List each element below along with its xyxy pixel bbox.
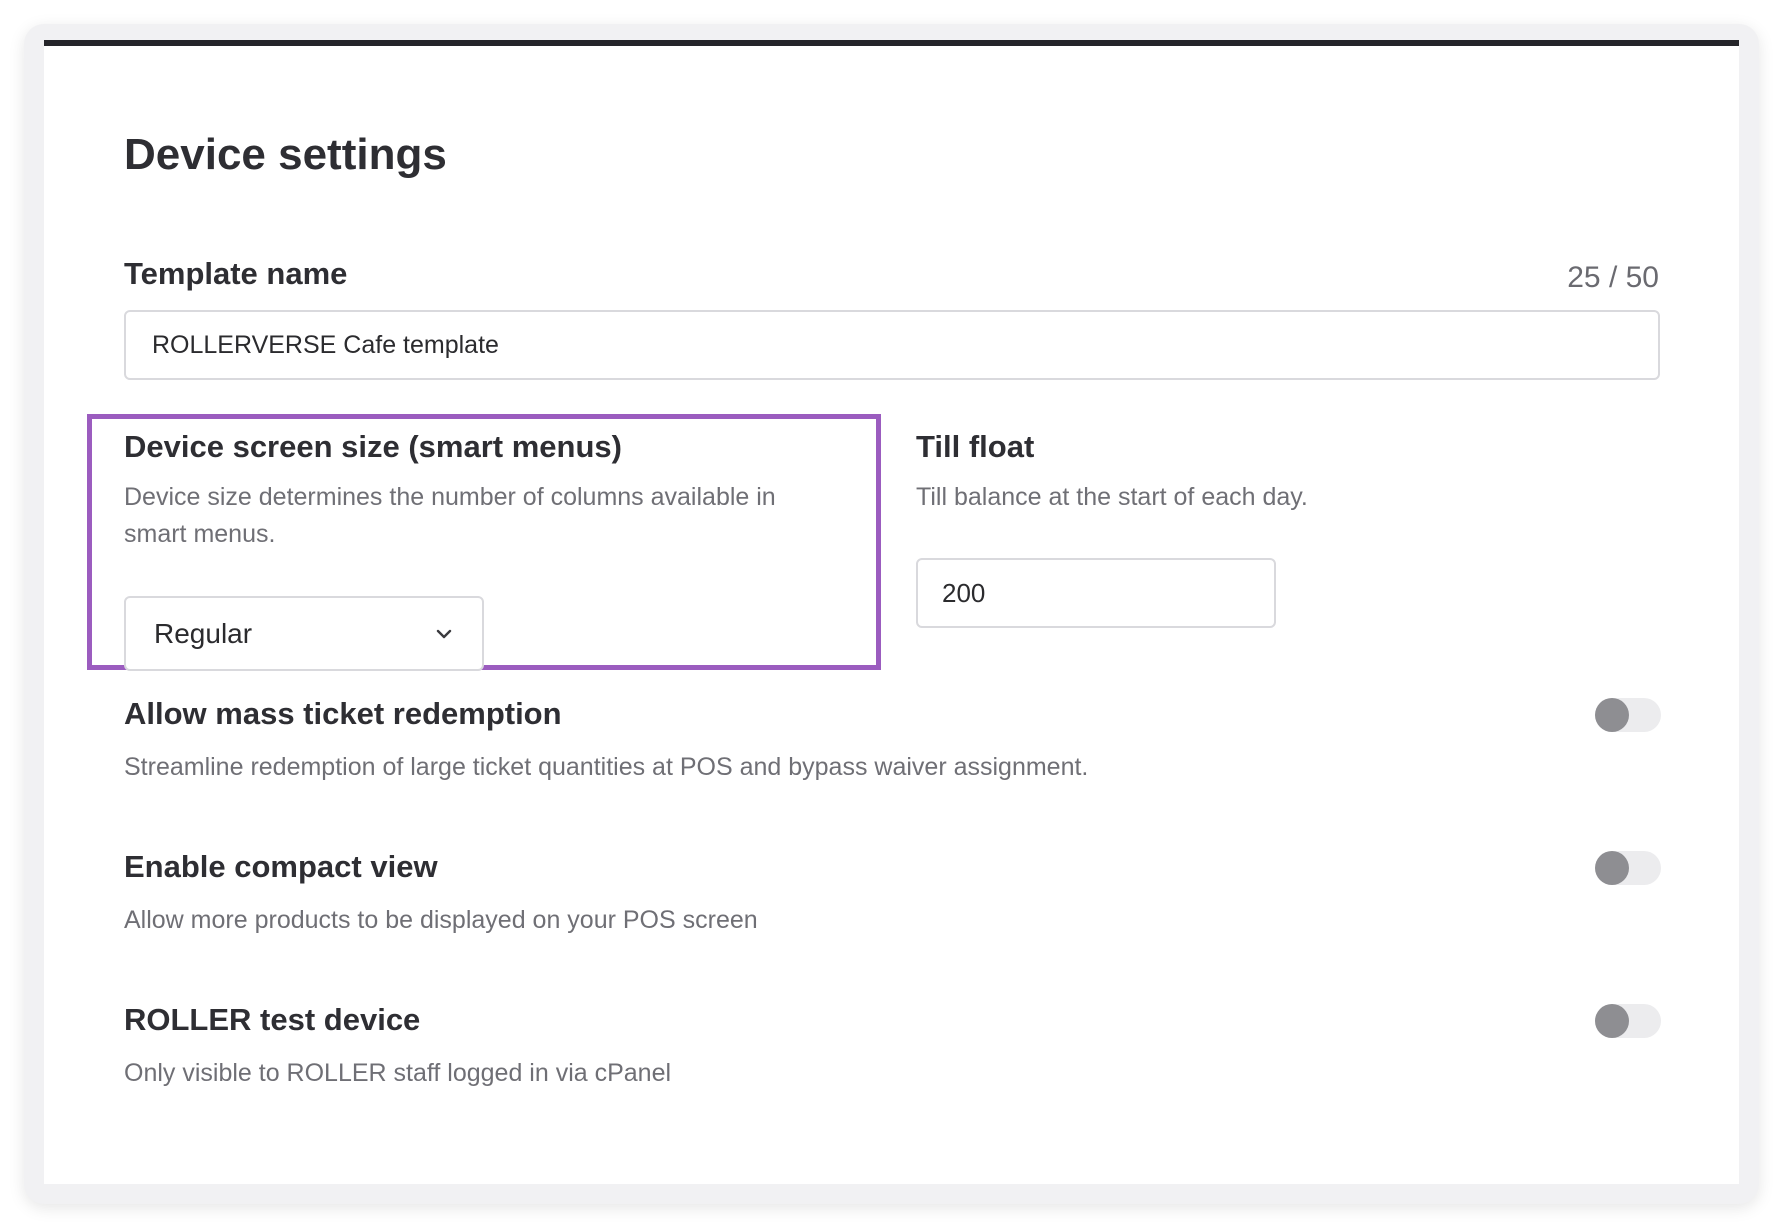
test-device-description: Only visible to ROLLER staff logged in v…: [124, 1059, 672, 1087]
mass-redemption-toggle[interactable]: [1595, 698, 1661, 732]
mass-redemption-label: Allow mass ticket redemption: [124, 696, 562, 731]
page-title: Device settings: [124, 130, 447, 179]
till-float-input[interactable]: [916, 558, 1276, 628]
template-name-counter: 25 / 50: [1567, 261, 1659, 294]
window-frame: Device settings Template name 25 / 50 De…: [24, 24, 1759, 1204]
screen-size-description: Device size determines the number of col…: [124, 483, 776, 548]
till-float-label: Till float: [916, 429, 1035, 464]
screen-size-select[interactable]: Regular: [124, 596, 484, 671]
test-device-label: ROLLER test device: [124, 1002, 421, 1037]
compact-view-toggle[interactable]: [1595, 851, 1661, 885]
compact-view-label: Enable compact view: [124, 849, 438, 884]
toggle-knob: [1595, 851, 1629, 885]
template-name-label: Template name: [124, 256, 348, 291]
template-name-input[interactable]: [124, 310, 1660, 380]
toggle-knob: [1595, 698, 1629, 732]
screen-size-selected-value: Regular: [154, 617, 253, 649]
settings-panel: Device settings Template name 25 / 50 De…: [44, 40, 1739, 1184]
mass-redemption-description: Streamline redemption of large ticket qu…: [124, 753, 1089, 781]
compact-view-description: Allow more products to be displayed on y…: [124, 906, 758, 934]
screen-size-label: Device screen size (smart menus): [124, 429, 622, 464]
chevron-down-icon: [434, 624, 454, 644]
toggle-knob: [1595, 1004, 1629, 1038]
test-device-toggle[interactable]: [1595, 1004, 1661, 1038]
till-float-description: Till balance at the start of each day.: [916, 483, 1308, 511]
